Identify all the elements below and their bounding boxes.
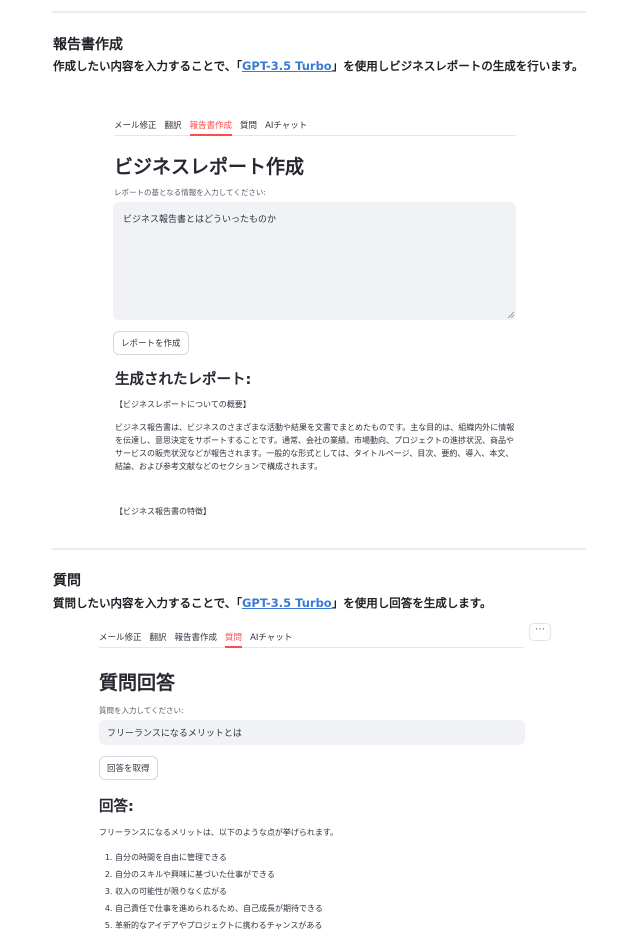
get-answer-button[interactable]: 回答を取得 xyxy=(99,756,158,780)
question-heading: 質問回答 xyxy=(99,672,176,694)
list-item: 収入の可能性が限りなく広がる xyxy=(115,883,323,900)
tab-ai-chat[interactable]: AIチャット xyxy=(250,629,292,647)
question-section-title: 質問 xyxy=(53,573,81,589)
report-input-label: レポートの基となる情報を入力してください: xyxy=(114,188,266,197)
question-tab-bar: メール修正 翻訳 報告書作成 質問 AIチャット xyxy=(99,629,524,648)
tab-question[interactable]: 質問 xyxy=(240,117,257,135)
answer-intro: フリーランスになるメリットは、以下のような点が挙げられます。 xyxy=(99,828,339,837)
gpt-model-link[interactable]: GPT-3.5 Turbo xyxy=(242,59,332,73)
tab-mail-edit[interactable]: メール修正 xyxy=(99,629,142,647)
section-divider xyxy=(52,548,586,550)
report-heading: ビジネスレポート作成 xyxy=(114,156,305,178)
tab-question[interactable]: 質問 xyxy=(225,629,243,648)
tab-report[interactable]: 報告書作成 xyxy=(189,117,232,136)
report-result-paragraph: ビジネス報告書は、ビジネスのさまざまな活動や結果を文書でまとめたものです。主な目… xyxy=(115,423,515,471)
gpt-model-link[interactable]: GPT-3.5 Turbo xyxy=(242,596,332,610)
question-input-label: 質問を入力してください: xyxy=(99,706,184,715)
resize-handle-icon[interactable] xyxy=(508,312,514,318)
answer-heading: 回答: xyxy=(99,799,134,815)
report-tab-bar: メール修正 翻訳 報告書作成 質問 AIチャット xyxy=(114,117,516,136)
tab-mail-edit[interactable]: メール修正 xyxy=(114,117,157,135)
more-options-icon[interactable]: ⋯ xyxy=(529,623,551,641)
report-result-heading: 生成されたレポート: xyxy=(115,372,252,388)
list-item: 自分の時間を自由に管理できる xyxy=(115,849,323,866)
tab-translate[interactable]: 翻訳 xyxy=(165,117,182,135)
section-divider xyxy=(52,11,586,13)
report-result-features-label: 【ビジネス報告書の特徴】 xyxy=(115,507,211,516)
tab-report[interactable]: 報告書作成 xyxy=(175,629,218,647)
list-item: 自分のスキルや興味に基づいた仕事ができる xyxy=(115,866,323,883)
list-item: 自己責任で仕事を進められるため、自己成長が期待できる xyxy=(115,900,323,917)
report-input-textarea[interactable]: ビジネス報告書とはどういったものか xyxy=(113,202,516,320)
report-result-overview-label: 【ビジネスレポートについての概要】 xyxy=(115,400,251,409)
report-section-description: 作成したい内容を入力することで、「GPT-3.5 Turbo」を使用しビジネスレ… xyxy=(53,59,584,73)
tab-ai-chat[interactable]: AIチャット xyxy=(265,117,307,135)
list-item: 革新的なアイデアやプロジェクトに携わるチャンスがある xyxy=(115,917,323,934)
create-report-button[interactable]: レポートを作成 xyxy=(113,331,189,355)
answer-list: 自分の時間を自由に管理できる 自分のスキルや興味に基づいた仕事ができる 収入の可… xyxy=(99,849,323,934)
question-input-field[interactable]: フリーランスになるメリットとは xyxy=(99,720,525,745)
question-section-description: 質問したい内容を入力することで、「GPT-3.5 Turbo」を使用し回答を生成… xyxy=(53,596,492,610)
tab-translate[interactable]: 翻訳 xyxy=(150,629,167,647)
report-section-title: 報告書作成 xyxy=(53,37,123,53)
